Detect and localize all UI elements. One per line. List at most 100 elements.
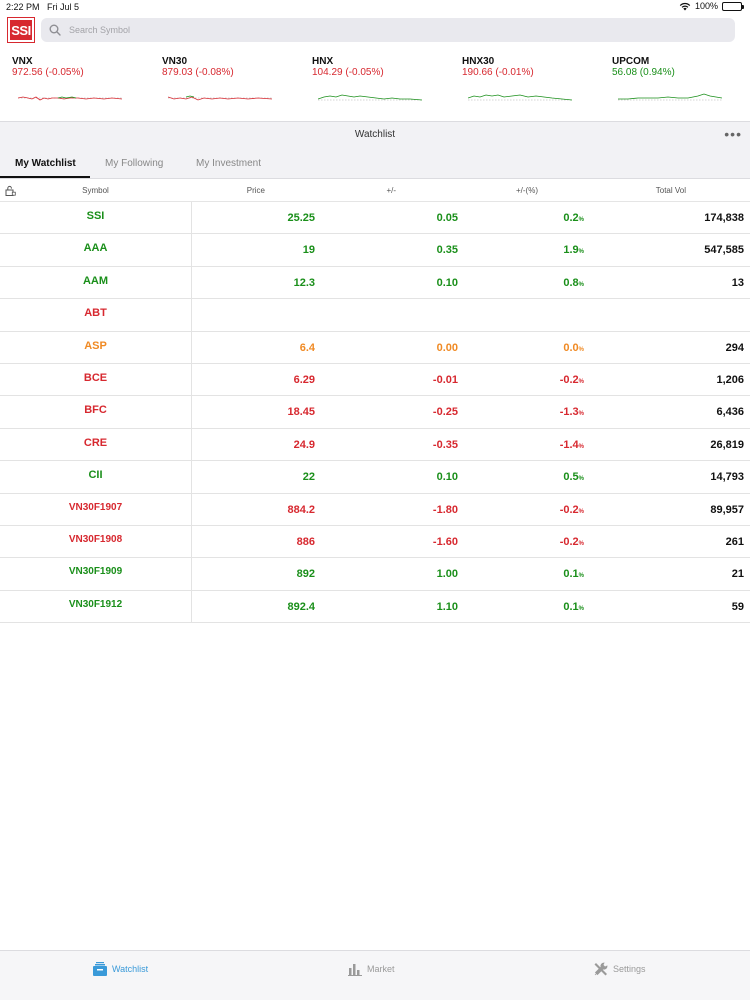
percent-cell: 1.9% bbox=[563, 244, 584, 257]
percent-cell: -1.4% bbox=[559, 438, 584, 451]
price-cell: 886 bbox=[296, 535, 315, 548]
price-cell: 6.4 bbox=[299, 341, 315, 354]
index-sparkline bbox=[618, 93, 722, 101]
volume-cell: 1,206 bbox=[716, 373, 744, 386]
more-options-icon[interactable]: ••• bbox=[724, 127, 742, 141]
table-row[interactable]: VN30F1912 892.4 1.10 0.1% 59 bbox=[0, 590, 750, 624]
percent-cell: 0.1% bbox=[563, 568, 584, 581]
index-value: 104.29 (-0.05%) bbox=[312, 67, 384, 78]
header-symbol[interactable]: Symbol bbox=[0, 186, 191, 195]
index-sparkline bbox=[18, 96, 122, 101]
table-row[interactable]: CII 22 0.10 0.5% 14,793 bbox=[0, 461, 750, 494]
symbol-cell[interactable]: VN30F1912 bbox=[0, 599, 191, 610]
change-cell: 0.10 bbox=[436, 471, 458, 484]
index-card-hnx[interactable]: HNX 104.29 (-0.05%) bbox=[312, 56, 452, 112]
bottom-tab-bar: Watchlist Market Settings bbox=[0, 950, 750, 1000]
volume-cell: 14,793 bbox=[710, 471, 744, 484]
search-input[interactable] bbox=[69, 25, 669, 35]
search-bar[interactable] bbox=[41, 18, 735, 42]
table-row[interactable]: SSI 25.25 0.05 0.2% 174,838 bbox=[0, 202, 750, 235]
change-cell: 1.10 bbox=[436, 600, 458, 613]
percent-cell: -1.3% bbox=[559, 406, 584, 419]
tab-settings[interactable]: Settings bbox=[593, 961, 646, 977]
change-cell: 0.10 bbox=[436, 276, 458, 289]
watchlist-title: Watchlist bbox=[354, 129, 396, 140]
symbol-cell[interactable]: VN30F1909 bbox=[0, 566, 191, 577]
index-card-vn30[interactable]: VN30 879.03 (-0.08%) bbox=[162, 56, 302, 112]
index-sparkline bbox=[318, 94, 422, 101]
change-cell: -0.35 bbox=[432, 438, 458, 451]
table-header: Symbol Price +/- +/-(%) Total Vol bbox=[0, 180, 750, 202]
index-card-vnx[interactable]: VNX 972.56 (-0.05%) bbox=[12, 56, 152, 112]
index-value: 56.08 (0.94%) bbox=[612, 67, 675, 78]
table-row[interactable]: AAA 19 0.35 1.9% 547,585 bbox=[0, 234, 750, 267]
volume-cell: 261 bbox=[725, 535, 744, 548]
change-cell: 1.00 bbox=[436, 568, 458, 581]
percent-cell: 0.2% bbox=[563, 212, 584, 224]
active-tab-indicator bbox=[0, 176, 90, 178]
header-total-vol[interactable]: Total Vol bbox=[656, 186, 686, 195]
tab-my-following[interactable]: My Following bbox=[105, 158, 163, 169]
symbol-cell[interactable]: ABT bbox=[0, 307, 191, 319]
symbol-cell[interactable]: CII bbox=[0, 469, 191, 481]
table-row[interactable]: ABT bbox=[0, 299, 750, 332]
volume-cell: 174,838 bbox=[704, 212, 744, 224]
symbol-cell[interactable]: VN30F1908 bbox=[0, 534, 191, 545]
percent-cell: 0.5% bbox=[563, 471, 584, 484]
price-cell: 884.2 bbox=[287, 503, 315, 516]
index-name: HNX30 bbox=[462, 56, 495, 67]
tab-label: Market bbox=[367, 964, 395, 974]
symbol-cell[interactable]: BFC bbox=[0, 404, 191, 416]
percent-cell: 0.8% bbox=[563, 276, 584, 289]
table-row[interactable]: BCE 6.29 -0.01 -0.2% 1,206 bbox=[0, 363, 750, 397]
symbol-cell[interactable]: VN30F1907 bbox=[0, 502, 191, 513]
change-cell: 0.35 bbox=[436, 244, 458, 257]
wifi-icon bbox=[679, 2, 691, 10]
header-percent[interactable]: +/-(%) bbox=[516, 186, 538, 195]
price-cell: 892 bbox=[296, 568, 315, 581]
index-value: 879.03 (-0.08%) bbox=[162, 67, 234, 78]
index-name: VN30 bbox=[162, 56, 188, 67]
status-bar: 2:22 PM Fri Jul 5 100% bbox=[0, 0, 750, 14]
search-icon bbox=[49, 24, 61, 36]
index-value: 190.66 (-0.01%) bbox=[462, 67, 534, 78]
tab-label: Settings bbox=[613, 964, 646, 974]
price-cell: 6.29 bbox=[293, 373, 315, 386]
symbol-cell[interactable]: CRE bbox=[0, 437, 191, 449]
symbol-cell[interactable]: ASP bbox=[0, 340, 191, 352]
table-row[interactable]: VN30F1908 886 -1.60 -0.2% 261 bbox=[0, 525, 750, 559]
tab-my-watchlist[interactable]: My Watchlist bbox=[15, 158, 76, 169]
percent-cell: -0.2% bbox=[559, 503, 584, 516]
symbol-cell[interactable]: AAM bbox=[0, 275, 191, 287]
volume-cell: 6,436 bbox=[716, 406, 744, 419]
percent-cell: -0.2% bbox=[559, 373, 584, 386]
table-row[interactable]: BFC 18.45 -0.25 -1.3% 6,436 bbox=[0, 396, 750, 429]
tab-market[interactable]: Market bbox=[347, 961, 395, 977]
status-date: Fri Jul 5 bbox=[47, 2, 80, 12]
price-cell: 892.4 bbox=[287, 600, 315, 613]
percent-cell: -0.2% bbox=[559, 535, 584, 548]
price-cell: 18.45 bbox=[287, 406, 315, 419]
header-price[interactable]: Price bbox=[247, 186, 265, 195]
change-cell: -1.80 bbox=[432, 503, 458, 516]
table-row[interactable]: VN30F1909 892 1.00 0.1% 21 bbox=[0, 558, 750, 591]
index-card-upcom[interactable]: UPCOM 56.08 (0.94%) bbox=[612, 56, 750, 112]
symbol-cell[interactable]: BCE bbox=[0, 372, 191, 384]
table-row[interactable]: AAM 12.3 0.10 0.8% 13 bbox=[0, 266, 750, 300]
index-card-hnx30[interactable]: HNX30 190.66 (-0.01%) bbox=[462, 56, 602, 112]
price-cell: 25.25 bbox=[287, 212, 315, 224]
volume-cell: 59 bbox=[731, 600, 744, 613]
table-row[interactable]: CRE 24.9 -0.35 -1.4% 26,819 bbox=[0, 428, 750, 462]
table-row[interactable]: VN30F1907 884.2 -1.80 -0.2% 89,957 bbox=[0, 493, 750, 526]
header-change[interactable]: +/- bbox=[386, 186, 396, 195]
symbol-cell[interactable]: SSI bbox=[0, 210, 191, 222]
price-cell: 24.9 bbox=[293, 438, 315, 451]
index-name: VNX bbox=[12, 56, 33, 67]
symbol-cell[interactable]: AAA bbox=[0, 242, 191, 254]
price-cell: 22 bbox=[302, 471, 315, 484]
watchlist-tabs: My Watchlist My Following My Investment bbox=[0, 147, 750, 179]
tab-my-investment[interactable]: My Investment bbox=[196, 158, 261, 169]
tab-watchlist[interactable]: Watchlist bbox=[92, 961, 148, 977]
app-logo[interactable]: SSI bbox=[7, 17, 35, 43]
table-row[interactable]: ASP 6.4 0.00 0.0% 294 bbox=[0, 331, 750, 364]
